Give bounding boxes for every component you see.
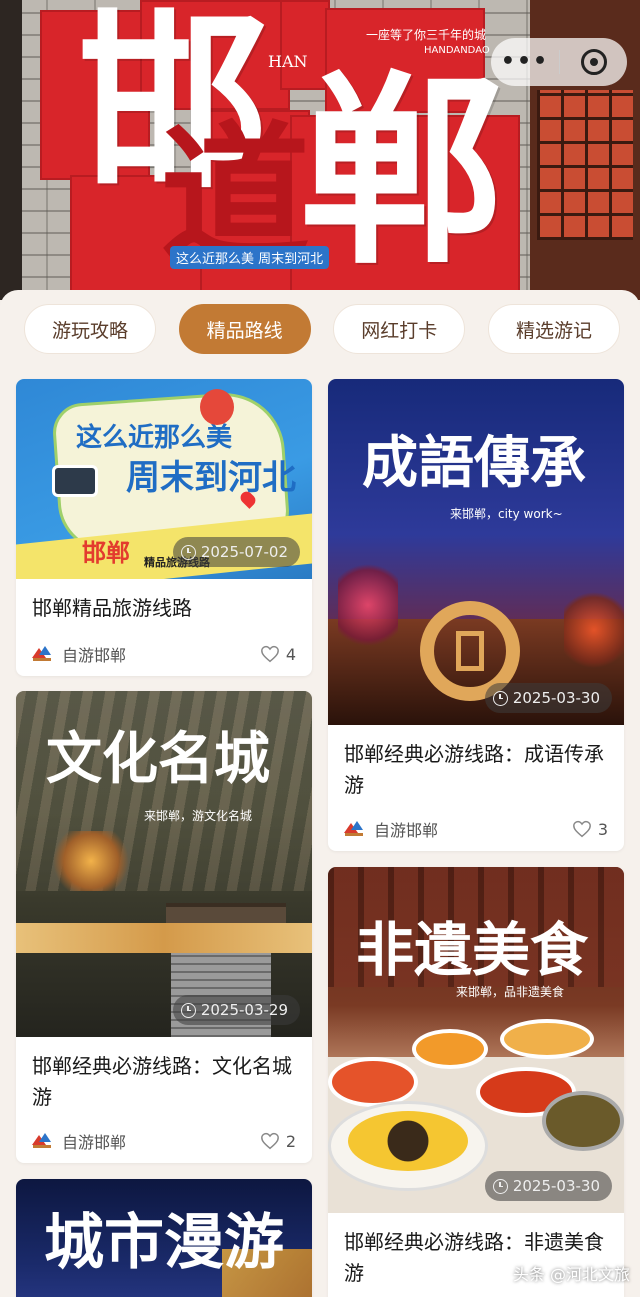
author-name: 自游邯郸 bbox=[62, 646, 127, 665]
heart-icon[interactable] bbox=[260, 1132, 280, 1150]
date-badge: 2025-07-02 bbox=[172, 537, 300, 567]
clock-icon bbox=[180, 1002, 196, 1018]
route-card[interactable]: 文化名城 来邯郸，游文化名城 2025-03-29 邯郸经典必游线路：文化名城游… bbox=[16, 691, 312, 1163]
card-meta: 自游邯郸 2 bbox=[32, 1127, 296, 1155]
cover-subtitle: 来邯郸，游文化名城 bbox=[144, 809, 253, 823]
clock-icon bbox=[180, 544, 196, 560]
date-text: 2025-03-30 bbox=[512, 1177, 600, 1195]
author-avatar-icon bbox=[32, 646, 52, 662]
cover-line-1: 非遺美食 bbox=[356, 916, 589, 984]
clock-icon bbox=[492, 690, 508, 706]
date-badge: 2025-03-30 bbox=[484, 1171, 612, 1201]
route-card[interactable]: 成語傳承 来邯郸，city work~ 2025-03-30 邯郸经典必游线路：… bbox=[328, 379, 624, 851]
category-tabs: 游玩攻略 精品路线 网红打卡 精选游记 bbox=[24, 304, 620, 356]
hero-banner: 邯 道 郸 HAN 一座等了你三千年的城 HANDANDAO 这么近那么美 周末… bbox=[0, 0, 640, 300]
hero-char-dan: 郸 bbox=[300, 52, 505, 292]
card-title: 邯郸经典必游线路：文化名城游 bbox=[32, 1054, 292, 1109]
like-count: 2 bbox=[285, 1131, 296, 1151]
card-meta: 自游邯郸 3 bbox=[344, 815, 608, 843]
tab-featured-routes[interactable]: 精品路线 bbox=[178, 304, 311, 354]
heart-icon[interactable] bbox=[572, 820, 592, 838]
author-name: 自游邯郸 bbox=[62, 1133, 127, 1152]
date-badge: 2025-03-29 bbox=[172, 995, 300, 1025]
tab-hotspots[interactable]: 网红打卡 bbox=[333, 304, 466, 354]
tab-travel-guide[interactable]: 游玩攻略 bbox=[24, 304, 156, 354]
cover-line-2: 周末到河北 bbox=[126, 458, 296, 498]
hero-slogan: 一座等了你三千年的城 bbox=[366, 28, 487, 42]
card-title: 邯郸精品旅游线路 bbox=[32, 596, 192, 620]
route-card[interactable]: 这么近那么美 周末到河北 邯郸 精品旅游线路 2025-07-02 邯郸精品旅游… bbox=[16, 379, 312, 676]
hero-mini-logo: 这么近那么美 周末到河北 bbox=[170, 246, 330, 269]
heart-icon[interactable] bbox=[260, 645, 280, 663]
route-cover-image: 这么近那么美 周末到河北 邯郸 精品旅游线路 2025-07-02 bbox=[16, 379, 312, 579]
cover-subtitle: 来邯郸，品非遗美食 bbox=[456, 985, 565, 999]
route-cover-image: 文化名城 来邯郸，游文化名城 2025-03-29 bbox=[16, 691, 312, 1037]
author-avatar-icon bbox=[344, 821, 364, 837]
route-cover-image: 城市漫游 bbox=[16, 1179, 312, 1297]
route-card[interactable]: 城市漫游 bbox=[16, 1179, 312, 1297]
hero-han-text: HAN bbox=[268, 52, 308, 71]
hero-slogan-sub: HANDANDAO bbox=[424, 45, 490, 56]
more-icon[interactable]: ••• bbox=[491, 38, 559, 86]
route-cover-image: 非遺美食 来邯郸，品非遗美食 2025-03-30 bbox=[328, 867, 624, 1213]
date-text: 2025-07-02 bbox=[200, 543, 288, 561]
cover-line-1: 成語傳承 bbox=[362, 430, 586, 496]
cover-badge: 邯郸 bbox=[82, 538, 130, 567]
date-text: 2025-03-29 bbox=[200, 1001, 288, 1019]
tab-travel-notes[interactable]: 精选游记 bbox=[487, 304, 620, 354]
date-badge: 2025-03-30 bbox=[484, 683, 612, 713]
card-meta: 自游邯郸 4 bbox=[32, 640, 296, 668]
cover-line-1: 城市漫游 bbox=[44, 1208, 284, 1278]
miniprogram-capsule: ••• bbox=[491, 38, 627, 86]
like-count: 4 bbox=[285, 644, 296, 664]
close-target-icon[interactable] bbox=[560, 49, 627, 75]
like-count: 3 bbox=[597, 819, 608, 839]
route-cover-image: 成語傳承 来邯郸，city work~ 2025-03-30 bbox=[328, 379, 624, 725]
author-avatar-icon bbox=[32, 1133, 52, 1149]
date-text: 2025-03-30 bbox=[512, 689, 600, 707]
watermark-text: 头条 @河北文旅 bbox=[512, 1265, 630, 1284]
clock-icon bbox=[492, 1178, 508, 1194]
cover-subtitle: 来邯郸，city work~ bbox=[450, 507, 563, 521]
author-name: 自游邯郸 bbox=[374, 821, 439, 840]
route-card[interactable]: 非遺美食 来邯郸，品非遗美食 2025-03-30 邯郸经典必游线路：非遗美食游 bbox=[328, 867, 624, 1297]
cover-line-1: 文化名城 bbox=[46, 726, 270, 792]
card-title: 邯郸经典必游线路：成语传承游 bbox=[344, 742, 604, 797]
cover-line-1: 这么近那么美 bbox=[76, 423, 233, 453]
